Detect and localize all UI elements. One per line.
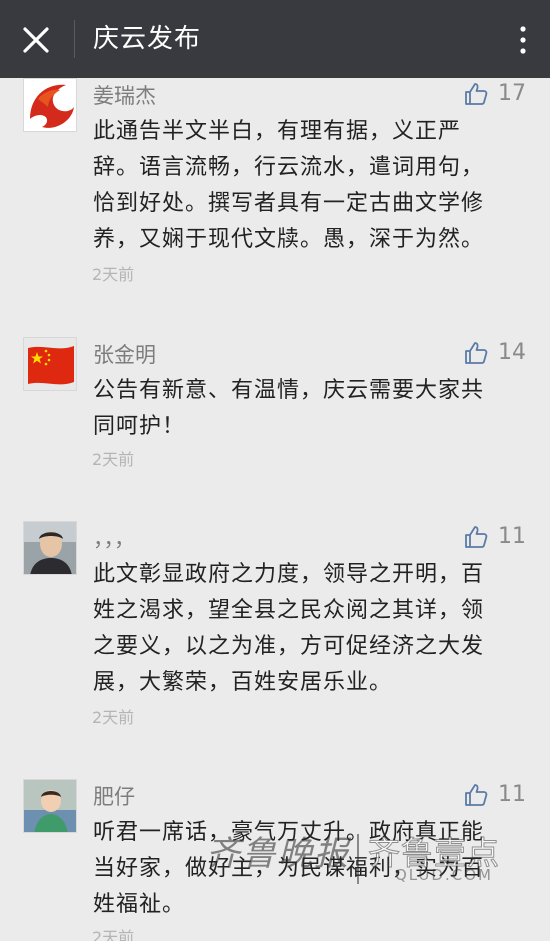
like-button[interactable]: 11 [463, 522, 526, 552]
thumbs-up-icon [465, 784, 488, 806]
commenter-name[interactable]: ，，， [93, 524, 135, 554]
comment-line: 辞。语言流畅，行云流水，遣词用句， [93, 155, 485, 180]
comment-time: 2天前 [92, 928, 135, 941]
comment-line: 同呵护！ [93, 414, 186, 439]
comment-line: 当好家，做好主，为民谋福利，实为百 [93, 856, 485, 881]
avatar[interactable] [23, 78, 77, 132]
comment-time: 2天前 [92, 450, 135, 469]
comment-line: 展，大繁荣，百姓安居乐业。 [93, 670, 393, 695]
red-fish-logo-avatar [24, 79, 76, 131]
like-button[interactable]: 14 [463, 338, 526, 368]
comment-line: 听君一席话，豪气万丈升。政府真正能 [93, 820, 485, 845]
like-count: 11 [498, 782, 526, 807]
comment-line: 姓福祉。 [93, 892, 186, 917]
comment-line: 养，又娴于现代文牍。愚，深于为然。 [93, 227, 485, 252]
avatar[interactable] [23, 337, 77, 391]
like-button[interactable]: 11 [463, 780, 526, 810]
china-flag-avatar [24, 338, 76, 390]
close-button[interactable] [18, 22, 54, 58]
comment-line: 恰到好处。撰写者具有一定古曲文学修 [93, 191, 485, 216]
more-button[interactable] [518, 22, 528, 58]
comment-time: 2天前 [92, 708, 135, 727]
thumbs-up-icon [465, 342, 488, 364]
avatar[interactable] [23, 521, 77, 575]
like-count: 14 [498, 340, 526, 365]
commenter-name[interactable]: 姜瑞杰 [93, 81, 156, 111]
comment-time: 2天前 [92, 265, 135, 284]
comment-text: 听君一席话，豪气万丈升。政府真正能 当好家，做好主，为民谋福利，实为百 姓福祉。 [93, 815, 523, 923]
comment-line: 此通告半文半白，有理有据，义正严 [93, 119, 462, 144]
comment-line: 公告有新意、有温情，庆云需要大家共 [93, 378, 485, 403]
child-photo-avatar [24, 780, 76, 832]
more-vertical-icon [520, 26, 526, 54]
young-man-photo-avatar [24, 522, 76, 574]
comment-line: 此文彰显政府之力度，领导之开明，百 [93, 562, 485, 587]
close-icon [23, 27, 49, 53]
commenter-name[interactable]: 肥仔 [93, 782, 135, 812]
commenter-name[interactable]: 张金明 [93, 340, 156, 370]
avatar[interactable] [23, 779, 77, 833]
thumbs-up-icon [465, 526, 488, 548]
comment-text: 此文彰显政府之力度，领导之开明，百 姓之渴求，望全县之民众阅之其详，领 之要义，… [93, 557, 523, 701]
thumbs-up-icon [465, 83, 488, 105]
top-bar: 庆云发布 [0, 0, 550, 78]
like-button[interactable]: 17 [463, 79, 526, 109]
like-count: 17 [498, 81, 526, 106]
like-count: 11 [498, 524, 526, 549]
comment-line: 姓之渴求，望全县之民众阅之其详，领 [93, 598, 485, 623]
comment-line: 之要义，以之为准，方可促经济之大发 [93, 634, 485, 659]
page-title: 庆云发布 [93, 24, 202, 54]
title-divider [74, 20, 75, 58]
comment-text: 此通告半文半白，有理有据，义正严 辞。语言流畅，行云流水，遣词用句， 恰到好处。… [93, 114, 523, 258]
comment-list[interactable]: 姜瑞杰 17 此通告半文半白，有理有据，义正严 辞。语言流畅，行云流水，遣词用句… [0, 78, 550, 941]
comment-text: 公告有新意、有温情，庆云需要大家共 同呵护！ [93, 373, 523, 445]
